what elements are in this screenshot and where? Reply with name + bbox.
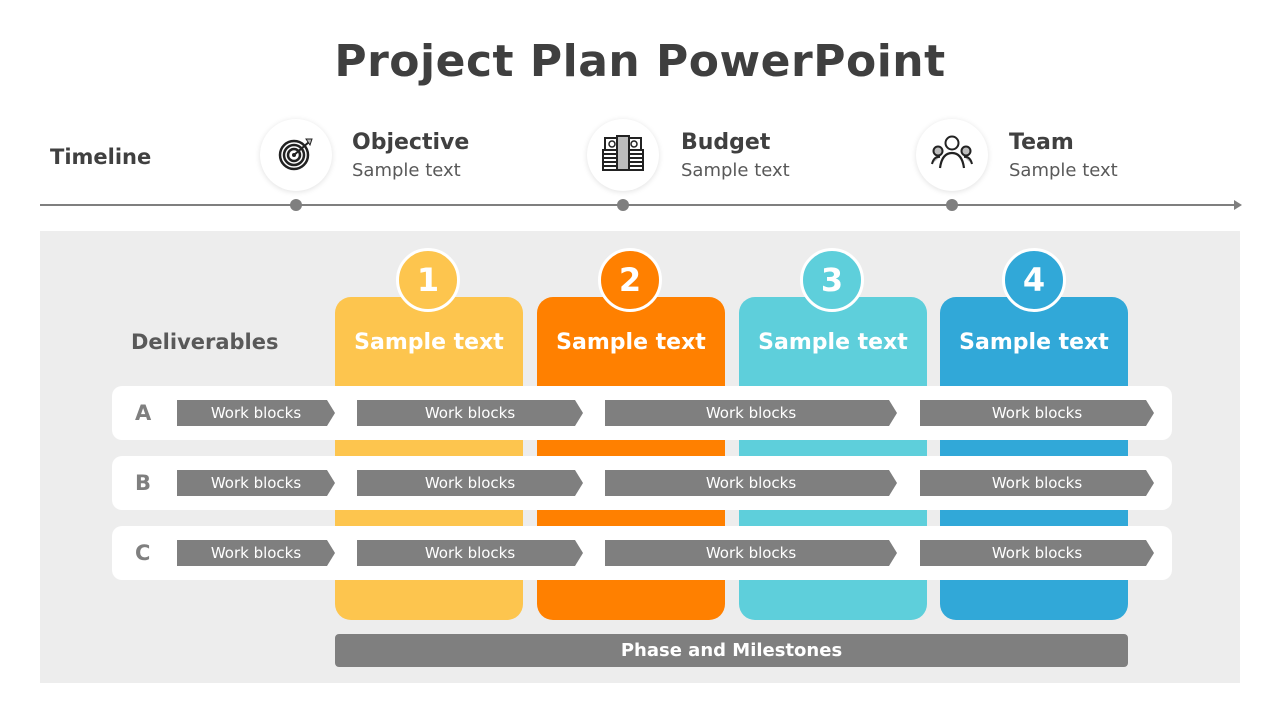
milestone-icon-circle-objective xyxy=(260,119,332,191)
deliverables-label: Deliverables xyxy=(131,330,279,354)
timeline-axis xyxy=(40,204,1236,206)
phase-heading-2: Sample text xyxy=(556,330,706,355)
phase-and-milestones-bar: Phase and Milestones xyxy=(335,634,1128,667)
work-block: Work blocks xyxy=(605,470,897,496)
milestone-title-team: Team xyxy=(1009,130,1074,155)
team-icon xyxy=(930,134,974,176)
work-block: Work blocks xyxy=(605,540,897,566)
phase-heading-1: Sample text xyxy=(354,330,504,355)
milestone-title-objective: Objective xyxy=(352,130,470,155)
milestone-title-budget: Budget xyxy=(681,130,771,155)
work-block: Work blocks xyxy=(920,470,1154,496)
work-block: Work blocks xyxy=(357,540,583,566)
timeline-label: Timeline xyxy=(50,145,152,169)
milestone-icon-circle-team xyxy=(916,119,988,191)
phase-number-3: 3 xyxy=(800,248,864,312)
phase-heading-4: Sample text xyxy=(959,330,1109,355)
milestone-subtitle-team: Sample text xyxy=(1009,160,1118,181)
work-block: Work blocks xyxy=(920,400,1154,426)
timeline-arrowhead xyxy=(1234,200,1242,210)
target-icon xyxy=(276,133,316,177)
milestone-subtitle-objective: Sample text xyxy=(352,160,461,181)
phase-number-2: 2 xyxy=(598,248,662,312)
work-block: Work blocks xyxy=(605,400,897,426)
phase-number-4: 4 xyxy=(1002,248,1066,312)
milestone-icon-circle-budget xyxy=(587,119,659,191)
milestone-subtitle-budget: Sample text xyxy=(681,160,790,181)
row-label-c: C xyxy=(135,541,151,565)
phase-number-1: 1 xyxy=(396,248,460,312)
work-block: Work blocks xyxy=(177,400,335,426)
work-block: Work blocks xyxy=(357,400,583,426)
row-label-a: A xyxy=(135,401,152,425)
row-label-b: B xyxy=(135,471,152,495)
phase-heading-3: Sample text xyxy=(758,330,908,355)
page-title: Project Plan PowerPoint xyxy=(334,36,946,87)
work-block: Work blocks xyxy=(177,470,335,496)
timeline-marker-team xyxy=(946,199,958,211)
work-block: Work blocks xyxy=(357,470,583,496)
money-stack-icon xyxy=(601,134,645,176)
work-block: Work blocks xyxy=(177,540,335,566)
timeline-marker-objective xyxy=(290,199,302,211)
timeline-marker-budget xyxy=(617,199,629,211)
work-block: Work blocks xyxy=(920,540,1154,566)
